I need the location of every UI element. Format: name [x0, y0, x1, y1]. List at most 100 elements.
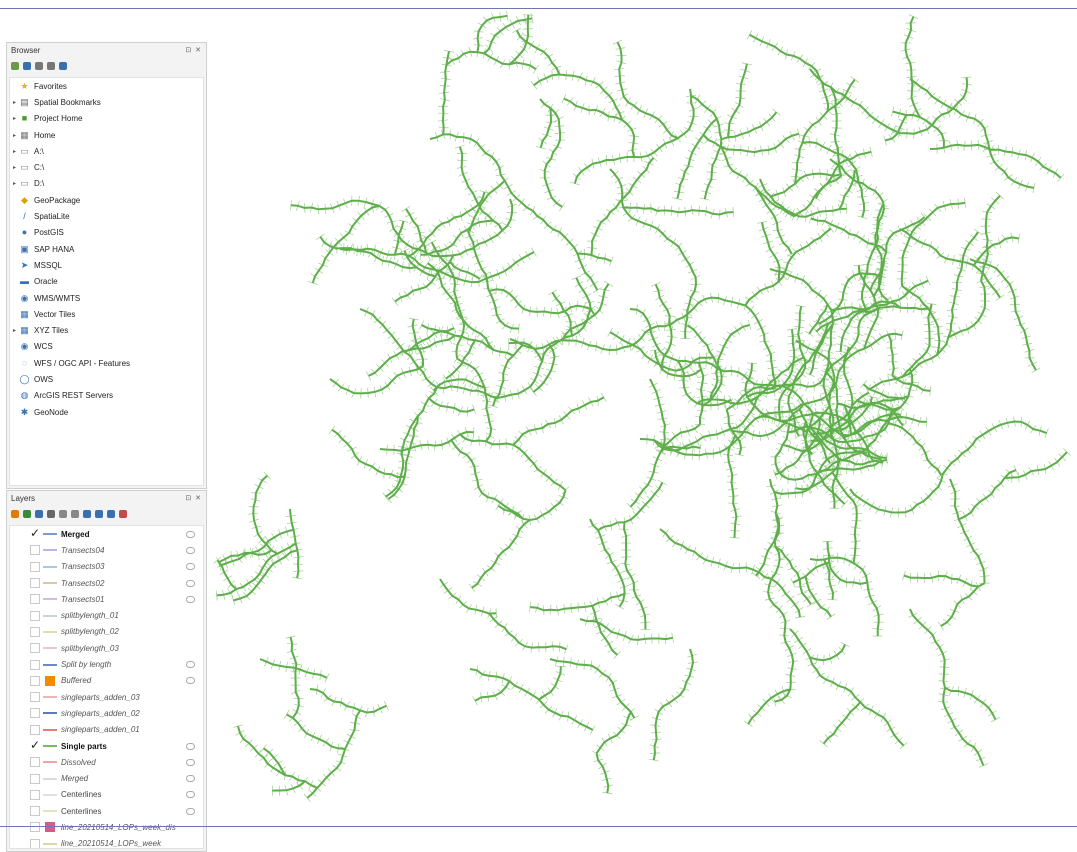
layer-row[interactable]: Split by length: [10, 656, 203, 672]
layer-row[interactable]: singleparts_adden_03: [10, 689, 203, 705]
layer-row[interactable]: Transects02: [10, 575, 203, 591]
layer-indicator-icon[interactable]: [186, 758, 195, 766]
layer-row[interactable]: Dissolved: [10, 754, 203, 770]
collapse-all-icon[interactable]: [95, 510, 103, 518]
browser-item[interactable]: ➤ MSSQL: [10, 257, 203, 273]
expand-arrow-icon[interactable]: ▸: [10, 180, 19, 187]
layer-visibility-checkbox[interactable]: [30, 692, 40, 703]
style-panel-icon[interactable]: [11, 510, 19, 518]
layer-row[interactable]: line_20210514_LOPs_week_dis: [10, 819, 203, 835]
add-selected-layers-icon[interactable]: [11, 62, 19, 70]
layer-row[interactable]: Buffered: [10, 673, 203, 689]
layer-indicator-icon[interactable]: [186, 530, 195, 538]
expand-arrow-icon[interactable]: ▸: [10, 327, 19, 334]
layer-row[interactable]: splitbylength_01: [10, 607, 203, 623]
enable-properties-icon[interactable]: [59, 62, 67, 70]
expand-arrow-icon[interactable]: ▸: [10, 164, 19, 171]
layer-visibility-checkbox[interactable]: [30, 594, 40, 605]
browser-item[interactable]: ▸ ▭ A:\: [10, 143, 203, 159]
browser-item[interactable]: ▸ ▦ XYZ Tiles: [10, 322, 203, 338]
layer-indicator-icon[interactable]: [186, 791, 195, 799]
layer-row[interactable]: splitbylength_02: [10, 624, 203, 640]
layer-indicator-icon[interactable]: [186, 579, 195, 587]
filter-icon[interactable]: [35, 62, 43, 70]
layer-row[interactable]: Transects04: [10, 542, 203, 558]
filter-expression-icon[interactable]: [59, 510, 67, 518]
layer-row[interactable]: singleparts_adden_01: [10, 722, 203, 738]
river-segment: [652, 648, 694, 761]
browser-item[interactable]: ◉ WMS/WMTS: [10, 290, 203, 306]
browser-item[interactable]: ▸ ▭ D:\: [10, 176, 203, 192]
browser-item[interactable]: ★ Favorites: [10, 78, 203, 94]
filter-legend-icon[interactable]: [47, 510, 55, 518]
browser-item[interactable]: ✱ GeoNode: [10, 404, 203, 420]
add-group-icon[interactable]: [23, 510, 31, 518]
layer-indicator-icon[interactable]: [186, 775, 195, 783]
layer-row[interactable]: Transects01: [10, 591, 203, 607]
remove-icon[interactable]: [119, 510, 127, 518]
browser-panel-controls[interactable]: ⊡ ✕: [185, 43, 202, 59]
browser-item[interactable]: ▸ ■ Project Home: [10, 111, 203, 127]
browser-item[interactable]: ▸ ▤ Spatial Bookmarks: [10, 94, 203, 110]
layer-visibility-checkbox[interactable]: [30, 708, 40, 719]
layer-row[interactable]: ✓ Merged: [10, 526, 203, 542]
browser-item[interactable]: ▬ Oracle: [10, 274, 203, 290]
layer-row[interactable]: splitbylength_03: [10, 640, 203, 656]
layer-visibility-checkbox[interactable]: [30, 757, 40, 768]
layer-row[interactable]: ✓ Single parts: [10, 738, 203, 754]
layer-row[interactable]: Centerlines: [10, 803, 203, 819]
collapse-all-icon[interactable]: [47, 62, 55, 70]
layer-row[interactable]: line_20210514_LOPs_week: [10, 836, 203, 848]
expand-arrow-icon[interactable]: ▸: [10, 148, 19, 155]
browser-item[interactable]: ◍ ArcGIS REST Servers: [10, 388, 203, 404]
expand-arrow-icon[interactable]: ▸: [10, 115, 19, 122]
layer-row[interactable]: singleparts_adden_02: [10, 705, 203, 721]
layer-row[interactable]: Merged: [10, 770, 203, 786]
layer-visibility-checkbox[interactable]: [30, 773, 40, 784]
layer-visibility-checkbox[interactable]: [30, 838, 40, 848]
browser-item[interactable]: ▸ ▭ C:\: [10, 159, 203, 175]
layer-visibility-checkbox[interactable]: ✓: [30, 527, 40, 539]
browser-item[interactable]: ◉ WCS: [10, 339, 203, 355]
layer-indicator-icon[interactable]: [186, 661, 195, 669]
layer-indicator-icon[interactable]: [186, 677, 195, 685]
visibility-icon[interactable]: [107, 510, 115, 518]
layer-visibility-checkbox[interactable]: [30, 789, 40, 800]
map-canvas[interactable]: [210, 9, 1077, 826]
layer-indicator-icon[interactable]: [186, 563, 195, 571]
expand-all-icon[interactable]: [83, 510, 91, 518]
layer-visibility-checkbox[interactable]: [30, 659, 40, 670]
browser-item[interactable]: ◆ GeoPackage: [10, 192, 203, 208]
layer-visibility-checkbox[interactable]: [30, 806, 40, 817]
layer-visibility-checkbox[interactable]: [30, 578, 40, 589]
browser-item[interactable]: ● PostGIS: [10, 225, 203, 241]
browser-item[interactable]: ◯ OWS: [10, 371, 203, 387]
layer-visibility-checkbox[interactable]: [30, 626, 40, 637]
browser-item[interactable]: ▸ ▦ Home: [10, 127, 203, 143]
expand-arrow-icon[interactable]: ▸: [10, 132, 19, 139]
manage-themes-icon[interactable]: [35, 510, 43, 518]
layer-visibility-checkbox[interactable]: [30, 675, 40, 686]
browser-item[interactable]: ◌ WFS / OGC API - Features: [10, 355, 203, 371]
layer-visibility-checkbox[interactable]: [30, 643, 40, 654]
layer-visibility-checkbox[interactable]: [30, 545, 40, 556]
browser-item[interactable]: ▦ Vector Tiles: [10, 306, 203, 322]
layer-row[interactable]: Transects03: [10, 559, 203, 575]
expand-arrow-icon[interactable]: ▸: [10, 99, 19, 106]
browser-item[interactable]: / SpatiaLite: [10, 208, 203, 224]
layers-panel-controls[interactable]: ⊡ ✕: [185, 491, 202, 507]
river-segment: [901, 285, 941, 355]
remove-layer-icon[interactable]: [71, 510, 79, 518]
layer-row[interactable]: Centerlines: [10, 787, 203, 803]
layer-indicator-icon[interactable]: [186, 742, 195, 750]
layer-indicator-icon[interactable]: [186, 595, 195, 603]
layer-visibility-checkbox[interactable]: ✓: [30, 739, 40, 751]
layer-indicator-icon[interactable]: [186, 546, 195, 554]
layer-indicator-icon[interactable]: [186, 807, 195, 815]
layer-visibility-checkbox[interactable]: [30, 822, 40, 833]
layer-visibility-checkbox[interactable]: [30, 724, 40, 735]
layer-visibility-checkbox[interactable]: [30, 610, 40, 621]
browser-item[interactable]: ▣ SAP HANA: [10, 241, 203, 257]
layer-visibility-checkbox[interactable]: [30, 561, 40, 572]
refresh-icon[interactable]: [23, 62, 31, 70]
